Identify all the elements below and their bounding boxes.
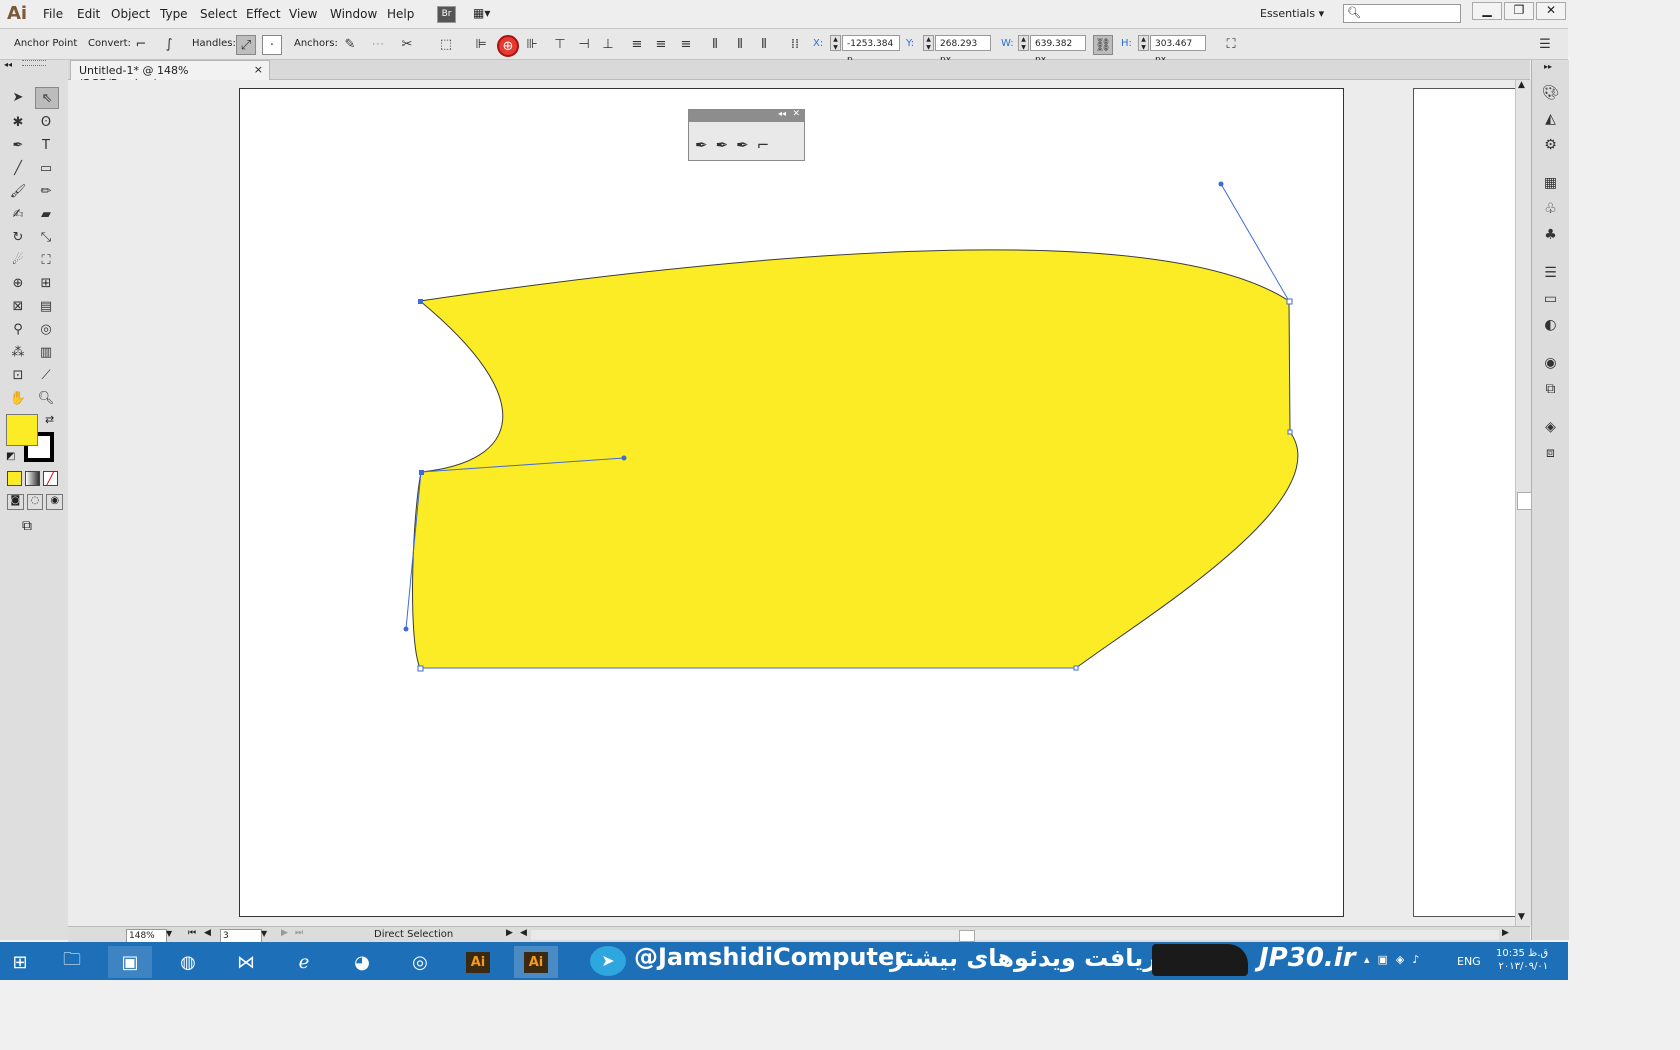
illustrator-taskbar-icon[interactable]: Ai bbox=[456, 946, 500, 978]
pen-tools-floating-panel: ◂◂ ✕ ✒ ✒ ✒ ⌐ bbox=[688, 109, 805, 161]
download-manager-icon[interactable]: ◍ bbox=[166, 946, 210, 978]
status-bar: 148% ▼ ⏮ ◀ 3 ▼ ▶ ⏭ Direct Selection ▶ ◀ … bbox=[68, 926, 1530, 943]
visual-studio-icon[interactable]: ⋈ bbox=[224, 946, 268, 978]
yellow-shape[interactable] bbox=[412, 249, 1299, 669]
delete-anchor-icon[interactable]: ✒ bbox=[736, 136, 749, 154]
gradient-panel-icon[interactable]: ▭ bbox=[1532, 286, 1569, 312]
direction-handle[interactable] bbox=[1218, 181, 1224, 187]
zoom-field[interactable]: 148% bbox=[126, 929, 167, 943]
scroll-right-icon[interactable]: ▶ bbox=[1502, 928, 1509, 938]
clock-time: 10:35 ق.ظ bbox=[1496, 948, 1549, 959]
file-explorer-icon[interactable]: 🗀︎ bbox=[50, 946, 94, 978]
anchor-point[interactable] bbox=[419, 470, 424, 475]
transform-panel-icon[interactable]: ⧉ bbox=[1532, 376, 1569, 402]
stroke-icon[interactable]: ☰ bbox=[1532, 260, 1569, 286]
collapse-icon[interactable]: ◂◂ bbox=[778, 109, 786, 118]
expand-panels-icon[interactable]: ▸▸ bbox=[1544, 62, 1552, 71]
illustrator-active-taskbar-icon[interactable]: Ai bbox=[514, 946, 558, 978]
language-indicator[interactable]: ENG bbox=[1457, 955, 1481, 968]
last-artboard-icon[interactable]: ⏭ bbox=[295, 928, 303, 938]
brushes-icon[interactable]: ▦ bbox=[1532, 170, 1569, 196]
artboard-dropdown-icon[interactable]: ▼ bbox=[261, 929, 267, 938]
horizontal-scrollbar[interactable] bbox=[531, 930, 1499, 942]
artboard-number-field[interactable]: 3 bbox=[220, 929, 262, 943]
first-artboard-icon[interactable]: ⏮ bbox=[188, 928, 196, 938]
swatches-icon[interactable]: ⚙ bbox=[1532, 132, 1569, 158]
right-panel-dock: ▸▸ 🎨︎ ◭ ⚙ ▦ ♧ ♣ ☰ ▭ ◐ ◉ ⧉ ◈ ⧈ bbox=[1531, 60, 1569, 940]
scroll-left-icon[interactable]: ◀ bbox=[520, 928, 527, 938]
next-artboard-icon[interactable]: ▶ bbox=[281, 928, 288, 938]
transparency-icon[interactable]: ◐ bbox=[1532, 312, 1569, 338]
promo-handle: @JamshidiComputer bbox=[634, 943, 907, 971]
appearance-icon[interactable]: ◉ bbox=[1532, 350, 1569, 376]
scroll-up-icon[interactable]: ▲ bbox=[1518, 80, 1525, 90]
anchor-point[interactable] bbox=[417, 665, 424, 672]
promo-text: دریافت ویدئوهای بیشتر bbox=[890, 944, 1170, 972]
status-menu-icon[interactable]: ▶ bbox=[506, 928, 513, 938]
zoom-dropdown-icon[interactable]: ▼ bbox=[166, 929, 172, 938]
layers-icon[interactable]: ◈ bbox=[1532, 414, 1569, 440]
anchor-point[interactable] bbox=[1287, 429, 1293, 435]
camtasia-icon[interactable]: ▣ bbox=[108, 946, 152, 978]
clock-date: ۲۰۱۳/۰۹/۰۱ bbox=[1498, 961, 1549, 972]
convert-anchor-icon[interactable]: ⌐ bbox=[757, 136, 770, 154]
promo-site: JP30.ir bbox=[1259, 943, 1356, 973]
artboards-icon[interactable]: ⧈ bbox=[1532, 440, 1569, 466]
tool-status: Direct Selection bbox=[374, 929, 454, 940]
close-icon[interactable]: ✕ bbox=[792, 109, 800, 119]
clock[interactable]: 10:35 ق.ظ ۲۰۱۳/۰۹/۰۱ bbox=[1496, 947, 1548, 973]
anchor-point[interactable] bbox=[1286, 298, 1293, 305]
graphic-styles-icon[interactable]: ♣ bbox=[1532, 222, 1569, 248]
tray-icons[interactable]: ▴▣◈♪ bbox=[1364, 953, 1427, 966]
internet-explorer-icon[interactable]: ℯ bbox=[282, 946, 326, 978]
start-icon[interactable]: ⊞ bbox=[0, 946, 40, 978]
scroll-thumb[interactable] bbox=[1517, 492, 1532, 510]
vertical-scrollbar[interactable]: ▲ ▼ bbox=[1515, 80, 1532, 926]
add-anchor-icon[interactable]: ✒ bbox=[716, 136, 729, 154]
h-scroll-thumb[interactable] bbox=[959, 930, 975, 942]
anchor-point[interactable] bbox=[418, 299, 423, 304]
color-guide-icon[interactable]: ◭ bbox=[1532, 106, 1569, 132]
floating-panel-header[interactable]: ◂◂ ✕ bbox=[689, 109, 804, 122]
color-icon[interactable]: 🎨︎ bbox=[1532, 80, 1569, 106]
previous-artboard-icon[interactable]: ◀ bbox=[204, 928, 211, 938]
telegram-icon: ➤ bbox=[590, 946, 626, 976]
direction-handle[interactable] bbox=[621, 455, 627, 461]
anchor-point[interactable] bbox=[1073, 665, 1079, 671]
direction-handle[interactable] bbox=[403, 626, 409, 632]
scroll-down-icon[interactable]: ▼ bbox=[1518, 912, 1525, 922]
firefox-icon[interactable]: ◕ bbox=[340, 946, 384, 978]
jp30-logo bbox=[1152, 944, 1248, 976]
pen-tool-icon[interactable]: ✒ bbox=[695, 136, 708, 154]
symbols-icon[interactable]: ♧ bbox=[1532, 196, 1569, 222]
chrome-icon[interactable]: ◎ bbox=[398, 946, 442, 978]
